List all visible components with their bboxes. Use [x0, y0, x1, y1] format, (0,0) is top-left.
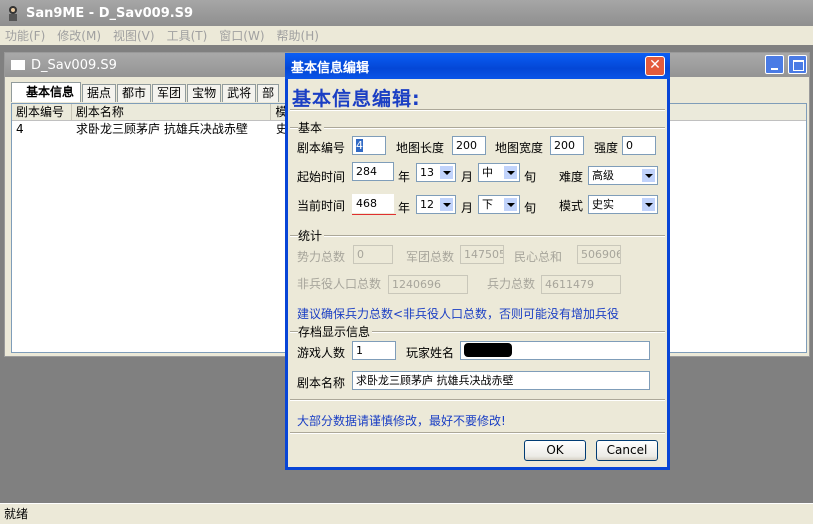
chevron-down-icon [503, 197, 518, 212]
scenario-name-label: 剧本名称 [297, 376, 346, 390]
column-scenario-name[interactable]: 剧本名称 [72, 104, 272, 120]
scenario-name-field[interactable]: 求卧龙三顾茅庐 抗雄兵决战赤壁 [352, 371, 650, 390]
chevron-down-icon [641, 197, 656, 212]
troops-total-label: 兵力总数 [487, 277, 536, 291]
menu-modify[interactable]: 修改(M) [57, 27, 101, 44]
player-name-label: 玩家姓名 [406, 346, 455, 360]
current-month-select[interactable]: 12 [416, 195, 456, 214]
redacted-player-name [464, 343, 512, 357]
period-unit-label: 旬 [524, 170, 537, 184]
basic-info-dialog: 基本信息编辑 ✕ 基本信息编辑: 基本 剧本编号 4 地图长度 200 地图宽度… [285, 53, 670, 470]
start-time-label: 起始时间 [297, 170, 346, 184]
strength-field[interactable]: 0 [622, 136, 656, 155]
maximize-button[interactable] [788, 55, 807, 74]
divider [290, 235, 665, 237]
status-bar: 就绪 [0, 503, 813, 524]
civilian-pop-label: 非兵役人口总数 [297, 277, 382, 291]
players-field[interactable]: 1 [352, 341, 396, 360]
scenario-no-field[interactable]: 4 [352, 136, 386, 155]
players-label: 游戏人数 [297, 346, 346, 360]
cancel-button[interactable]: Cancel [596, 440, 658, 461]
tab-strongholds[interactable]: 据点 [82, 84, 117, 102]
troops-total-field: 4611479 [541, 275, 621, 294]
morale-total-field: 5069060 [577, 245, 621, 264]
month-unit-label: 月 [461, 170, 474, 184]
ok-button[interactable]: OK [524, 440, 586, 461]
map-width-field[interactable]: 200 [550, 136, 584, 155]
chevron-down-icon [641, 168, 656, 183]
warning-text: 大部分数据请谨慎修改，最好不要修改! [297, 414, 506, 428]
morale-total-label: 民心总和 [514, 250, 563, 264]
map-length-field[interactable]: 200 [452, 136, 486, 155]
tab-treasures[interactable]: 宝物 [187, 84, 222, 102]
corps-total-field: 1475056 [460, 245, 504, 264]
group-save-label: 存档显示信息 [298, 323, 373, 340]
menu-window[interactable]: 窗口(W) [219, 27, 264, 44]
close-icon[interactable]: ✕ [645, 56, 665, 76]
chevron-down-icon [439, 197, 454, 212]
difficulty-select[interactable]: 高级 [588, 166, 658, 185]
tab-strip: 基本信息 据点 都市 军团 宝物 武将 部 [11, 82, 280, 102]
force-total-label: 势力总数 [297, 250, 346, 264]
group-basic-label: 基本 [298, 119, 325, 136]
current-time-label: 当前时间 [297, 199, 346, 213]
start-period-select[interactable]: 中 [478, 163, 520, 182]
strength-label: 强度 [594, 141, 619, 155]
minimize-button[interactable] [765, 55, 784, 74]
period-unit-label: 旬 [524, 201, 537, 215]
start-year-field[interactable]: 284 [352, 162, 394, 181]
year-unit-label: 年 [398, 201, 411, 215]
document-window-controls [761, 55, 807, 74]
menubar: 功能(F) 修改(M) 视图(V) 工具(T) 窗口(W) 帮助(H) [0, 26, 813, 45]
dialog-heading: 基本信息编辑: [292, 88, 421, 110]
window-icon [11, 60, 25, 70]
chevron-down-icon [439, 165, 454, 180]
tab-generals[interactable]: 武将 [222, 84, 257, 102]
corps-total-label: 军团总数 [406, 250, 455, 264]
mode-select[interactable]: 史实 [588, 195, 658, 214]
divider [290, 109, 665, 111]
year-unit-label: 年 [398, 170, 411, 184]
map-length-label: 地图长度 [396, 141, 445, 155]
mode-label: 模式 [559, 199, 584, 213]
menu-help[interactable]: 帮助(H) [277, 27, 319, 44]
difficulty-label: 难度 [559, 170, 584, 184]
tab-basic-info[interactable]: 基本信息 [11, 82, 82, 102]
cell-scenario-no: 4 [16, 122, 24, 136]
app-titlebar: San9ME - D_Sav009.S9 [0, 0, 813, 26]
dialog-titlebar[interactable]: 基本信息编辑 [285, 53, 670, 79]
month-unit-label: 月 [461, 201, 474, 215]
cell-scenario-name: 求卧龙三顾茅庐 抗雄兵决战赤壁 [76, 122, 248, 136]
app-icon [9, 6, 17, 21]
divider [290, 399, 665, 401]
scenario-no-label: 剧本编号 [297, 141, 346, 155]
column-scenario-no[interactable]: 剧本编号 [12, 104, 72, 120]
menu-function[interactable]: 功能(F) [5, 27, 45, 44]
current-year-field[interactable]: 468 [352, 194, 394, 213]
tab-corps[interactable]: 军团 [152, 84, 187, 102]
stats-hint: 建议确保兵力总数<非兵役人口总数，否则可能没有增加兵役 [297, 307, 620, 321]
chevron-down-icon [503, 165, 518, 180]
validation-underline [352, 214, 396, 215]
app-title: San9ME - D_Sav009.S9 [26, 5, 194, 21]
group-stats-label: 统计 [298, 227, 325, 244]
menu-view[interactable]: 视图(V) [113, 27, 155, 44]
tab-cities[interactable]: 都市 [117, 84, 152, 102]
menu-tools[interactable]: 工具(T) [167, 27, 208, 44]
dialog-title: 基本信息编辑 [291, 60, 370, 76]
tab-partial[interactable]: 部 [257, 84, 280, 102]
civilian-pop-field: 1240696 [388, 275, 468, 294]
start-month-select[interactable]: 13 [416, 163, 456, 182]
force-total-field: 0 [353, 245, 393, 264]
map-width-label: 地图宽度 [495, 141, 544, 155]
divider [290, 432, 665, 434]
divider [290, 127, 665, 129]
document-title: D_Sav009.S9 [31, 57, 117, 73]
current-period-select[interactable]: 下 [478, 195, 520, 214]
